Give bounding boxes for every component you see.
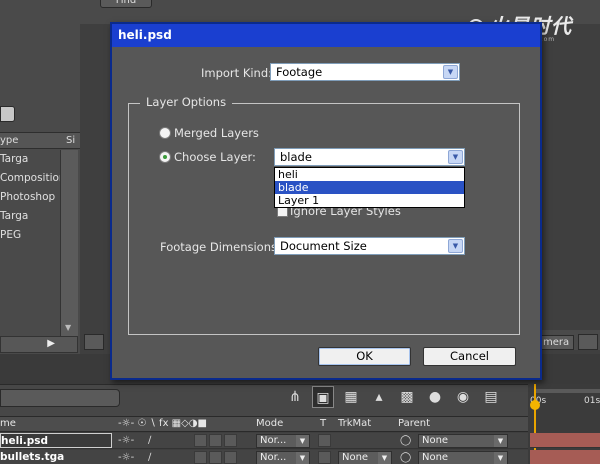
switch-box[interactable] xyxy=(209,451,222,464)
cancel-button[interactable]: Cancel xyxy=(423,347,516,366)
motion-blur-icon[interactable]: ● xyxy=(424,386,446,408)
project-horizontal-scrollbar[interactable]: ▶ xyxy=(0,336,78,353)
work-area-bar[interactable] xyxy=(536,389,600,393)
switch-box[interactable] xyxy=(194,451,207,464)
timeline-column-header: me -☼- ☉ ∖ fx ▦◇◑■ Mode T TrkMat Parent xyxy=(0,416,528,432)
parent-dropdown[interactable]: None ▼ xyxy=(418,451,508,464)
choose-layer-label[interactable]: Choose Layer: xyxy=(174,150,256,164)
quality-switch-icon[interactable]: ∕ xyxy=(148,450,151,464)
find-button[interactable]: Find xyxy=(100,0,152,8)
shy-switch-icon[interactable]: -☼- xyxy=(118,433,134,448)
layer-name[interactable]: heli.psd xyxy=(0,433,112,448)
chevron-down-icon: ▼ xyxy=(448,150,463,164)
project-search-field[interactable] xyxy=(0,106,15,122)
choose-layer-radio[interactable] xyxy=(159,151,171,163)
photoshop-import-dialog: heli.psd Import Kind: Footage ▼ Layer Op… xyxy=(110,22,542,380)
parent-dropdown[interactable]: None ▼ xyxy=(418,434,508,448)
viewer-options-button[interactable] xyxy=(84,334,104,350)
graph-editor-icon[interactable]: ◉ xyxy=(452,386,474,408)
layer-dropdown-list: heli blade Layer 1 xyxy=(274,167,465,208)
dropdown-option[interactable]: heli xyxy=(275,168,464,181)
column-trkmat[interactable]: TrkMat xyxy=(338,417,371,431)
view-layout-button[interactable] xyxy=(578,334,598,350)
switch-box[interactable] xyxy=(224,434,237,447)
choose-layer-select[interactable]: blade ▼ xyxy=(274,148,465,166)
chevron-down-icon: ▼ xyxy=(494,435,507,447)
draft-3d-icon[interactable]: ▦ xyxy=(340,386,362,408)
chevron-down-icon: ▼ xyxy=(296,452,309,464)
timeline-layer-row[interactable]: bullets.tga -☼- ∕ Nor... ▼ None ▼ ◯ None ▼ xyxy=(0,450,528,464)
dialog-title: heli.psd xyxy=(118,28,172,42)
timeline-toolbar: ⋔ ▣ ▦ ▴ ▩ ● ◉ ▤ xyxy=(284,386,502,410)
timeline-search-field[interactable] xyxy=(0,389,120,407)
pick-whip-icon[interactable]: ◯ xyxy=(400,433,411,448)
layer-duration-bar[interactable] xyxy=(530,433,600,448)
camera-dropdown[interactable]: mera xyxy=(540,335,574,350)
mode-dropdown[interactable]: Nor... ▼ xyxy=(256,434,310,448)
column-layer-name[interactable]: me xyxy=(0,417,16,431)
footage-dimensions-label: Footage Dimensions: xyxy=(160,240,281,254)
chevron-down-icon: ▼ xyxy=(448,239,463,253)
layer-options-label: Layer Options xyxy=(140,95,233,109)
dropdown-option-selected[interactable]: blade xyxy=(275,181,464,194)
hide-shy-icon[interactable]: ▴ xyxy=(368,386,390,408)
column-t[interactable]: T xyxy=(320,417,326,431)
preserve-transparency-checkbox[interactable] xyxy=(318,434,331,447)
quality-switch-icon[interactable]: ∕ xyxy=(148,433,151,448)
dropdown-option[interactable]: Layer 1 xyxy=(275,194,464,207)
comp-flowchart-icon[interactable]: ⋔ xyxy=(284,386,306,408)
ruler-mark-label: 01s xyxy=(584,396,600,406)
layer-duration-bar[interactable] xyxy=(530,450,600,464)
playhead-handle[interactable] xyxy=(530,400,540,410)
chevron-down-icon: ▼ xyxy=(296,435,309,447)
scroll-down-icon[interactable]: ▼ xyxy=(65,323,71,332)
column-mode[interactable]: Mode xyxy=(256,417,283,431)
ok-button[interactable]: OK xyxy=(318,347,411,366)
chevron-down-icon: ▼ xyxy=(443,65,458,79)
timeline-layer-row[interactable]: heli.psd -☼- ∕ Nor... ▼ ◯ None ▼ xyxy=(0,433,528,449)
merged-layers-label[interactable]: Merged Layers xyxy=(174,126,259,140)
column-size[interactable]: Si xyxy=(66,133,75,148)
preserve-transparency-checkbox[interactable] xyxy=(318,451,331,464)
merged-layers-radio[interactable] xyxy=(159,127,171,139)
trkmat-dropdown[interactable]: None ▼ xyxy=(338,451,392,464)
layer-name[interactable]: bullets.tga xyxy=(0,450,112,464)
switch-box[interactable] xyxy=(194,434,207,447)
column-parent[interactable]: Parent xyxy=(398,417,430,431)
scroll-right-icon[interactable]: ▶ xyxy=(47,338,55,349)
pick-whip-icon[interactable]: ◯ xyxy=(400,450,411,464)
dialog-titlebar[interactable]: heli.psd xyxy=(112,24,540,47)
project-column-header: ype Si xyxy=(0,132,80,149)
footage-dimensions-select[interactable]: Document Size ▼ xyxy=(274,237,465,255)
shy-switch-icon[interactable]: -☼- xyxy=(118,450,134,464)
brainstorm-icon[interactable]: ▤ xyxy=(480,386,502,408)
mode-dropdown[interactable]: Nor... ▼ xyxy=(256,451,310,464)
switch-box[interactable] xyxy=(224,451,237,464)
chevron-down-icon: ▼ xyxy=(494,452,507,464)
switch-icons: -☼- ☉ ∖ fx ▦◇◑■ xyxy=(118,418,207,429)
frame-blending-icon[interactable]: ▩ xyxy=(396,386,418,408)
live-update-icon[interactable]: ▣ xyxy=(312,386,334,408)
project-vertical-scrollbar[interactable]: ▼ xyxy=(60,150,78,336)
switch-box[interactable] xyxy=(209,434,222,447)
column-type[interactable]: ype xyxy=(0,133,18,148)
import-kind-label: Import Kind: xyxy=(201,66,273,80)
import-kind-select[interactable]: Footage ▼ xyxy=(270,63,460,81)
chevron-down-icon: ▼ xyxy=(378,452,391,464)
